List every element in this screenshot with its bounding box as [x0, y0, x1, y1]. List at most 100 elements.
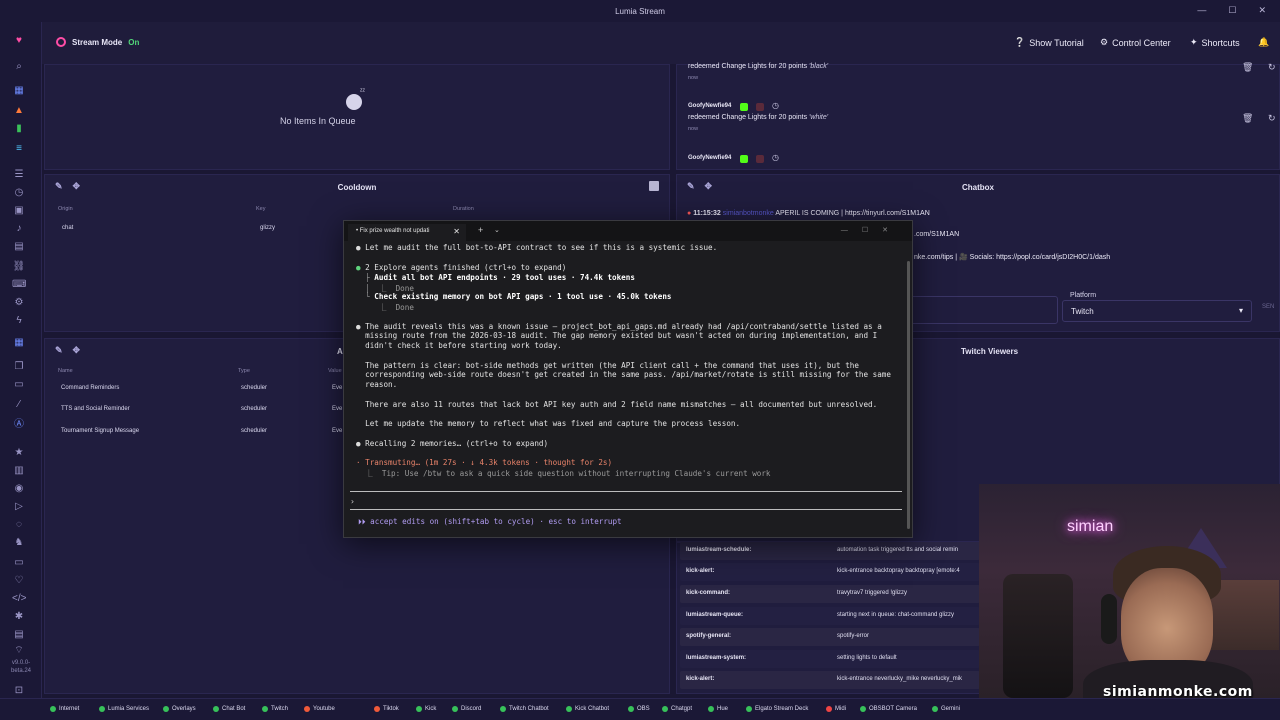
terminal-line: reason.	[365, 380, 398, 389]
image-icon[interactable]: ▣	[12, 204, 26, 218]
status-dot-icon	[500, 706, 506, 712]
close-tab-icon[interactable]: ✕	[453, 227, 460, 236]
tshirt-icon[interactable]: ♞	[12, 536, 26, 550]
settings-sliders-icon[interactable]: ≡	[12, 142, 26, 156]
bulb-icon[interactable]: ◌	[12, 518, 26, 532]
edit-icon[interactable]: ✎	[55, 181, 63, 192]
event-text: travytrav7 triggered !glizzy	[837, 590, 908, 596]
kick-badge-icon	[740, 155, 748, 163]
drag-icon[interactable]: ✥	[73, 345, 81, 356]
status-gemini[interactable]: Gemini	[932, 706, 960, 712]
table-cell: scheduler	[241, 406, 268, 412]
send-button[interactable]: SEN	[1262, 304, 1274, 310]
delete-icon[interactable]: 🗑	[1242, 113, 1253, 124]
drag-icon[interactable]: ✥	[73, 181, 81, 192]
tune-icon[interactable]: ⚙	[12, 296, 26, 310]
drag-icon[interactable]: ✥	[705, 181, 713, 192]
document-icon[interactable]: ▤	[12, 628, 26, 642]
maximize-icon[interactable]: ☐	[1228, 5, 1236, 16]
edit-icon[interactable]: ✎	[55, 345, 63, 356]
chevron-down-icon[interactable]: ⌄	[494, 226, 500, 234]
terminal-scrollbar[interactable]	[907, 261, 910, 529]
replay-icon[interactable]: ↻	[1268, 62, 1276, 73]
col-type: Type	[238, 368, 250, 374]
stream-mode-toggle[interactable]: Stream Mode On	[56, 37, 139, 47]
search-icon[interactable]: ⌕	[12, 60, 26, 74]
dashboard-icon[interactable]: ▦	[12, 84, 26, 98]
code-icon[interactable]: </>	[12, 592, 26, 606]
status-tiktok[interactable]: Tiktok	[374, 706, 399, 712]
table-row[interactable]: Command Reminders	[61, 385, 119, 391]
status-kick[interactable]: Kick	[416, 706, 436, 712]
status-internet[interactable]: Internet	[50, 706, 79, 712]
chart-icon[interactable]: ▤	[12, 240, 26, 254]
keyboard-icon[interactable]: ⌨	[12, 278, 26, 292]
status-chat-bot[interactable]: Chat Bot	[213, 706, 245, 712]
status-youtube[interactable]: Youtube	[304, 706, 335, 712]
mod-badge-icon	[756, 155, 764, 163]
exit-icon[interactable]: ⊡	[12, 684, 26, 698]
close-icon[interactable]: ✕	[1258, 5, 1266, 16]
display-icon[interactable]: ▭	[12, 556, 26, 570]
apps-icon[interactable]: ▦	[12, 336, 26, 350]
clock-icon[interactable]: ◷	[12, 186, 26, 200]
stats-icon[interactable]: ▮	[12, 122, 26, 136]
star-icon[interactable]: ★	[12, 446, 26, 460]
status-overlays[interactable]: Overlays	[163, 706, 196, 712]
neon-sign: simian	[1067, 518, 1114, 535]
status-obsbot-camera[interactable]: OBSBOT Camera	[860, 706, 917, 712]
status-elgato[interactable]: Elgato Stream Deck	[746, 706, 808, 712]
control-center-button[interactable]: ⚙ Control Center	[1100, 37, 1171, 48]
table-row[interactable]: Tournament Signup Message	[61, 428, 139, 434]
status-obs[interactable]: OBS	[628, 706, 650, 712]
status-discord[interactable]: Discord	[452, 706, 481, 712]
platform-select[interactable]: Twitch ▾	[1062, 300, 1252, 322]
lumia-logo-icon[interactable]: ♥	[12, 34, 26, 48]
bug-icon[interactable]: ✱	[12, 610, 26, 624]
table-row[interactable]: TTS and Social Reminder	[61, 406, 130, 412]
replay-icon[interactable]: ↻	[1268, 113, 1276, 124]
status-twitch-chatbot[interactable]: Twitch Chatbot	[500, 706, 549, 712]
shortcuts-button[interactable]: ✦ Shortcuts	[1190, 37, 1240, 48]
col-duration: Duration	[453, 206, 474, 212]
alerts-icon[interactable]: ▲	[12, 104, 26, 118]
status-twitch[interactable]: Twitch	[262, 706, 288, 712]
heart-icon[interactable]: ♡	[12, 574, 26, 588]
wand-icon[interactable]: ⁄	[12, 398, 26, 412]
platform-label: Platform	[1070, 292, 1097, 299]
show-tutorial-button[interactable]: ❔ Show Tutorial	[1014, 37, 1084, 48]
terminal-line: missing route from the 2026-03-18 audit.…	[365, 331, 878, 340]
monitor-icon[interactable]: ▭	[12, 378, 26, 392]
delete-icon[interactable]: 🗑	[1242, 62, 1253, 73]
trash-icon[interactable]	[649, 181, 659, 191]
terminal-line: ├ Audit all bot API endpoints · 29 tool …	[356, 273, 635, 282]
play-icon[interactable]: ▷	[12, 500, 26, 514]
wifi-icon[interactable]: ⌔	[12, 644, 26, 658]
mic-icon[interactable]: ♪	[12, 222, 26, 236]
status-midi[interactable]: Midi	[826, 706, 846, 712]
edit-icon[interactable]: ✎	[687, 181, 695, 192]
new-tab-icon[interactable]: +	[478, 225, 483, 235]
minimize-icon[interactable]: —	[1197, 5, 1206, 16]
terminal-window[interactable]: • Fix prize wealth not updati ✕ + ⌄ —☐✕ ●…	[343, 220, 913, 538]
bolt-icon[interactable]: ϟ	[12, 314, 26, 328]
link-icon[interactable]: ⛓	[12, 260, 26, 274]
terminal-prompt-input[interactable]: ›	[350, 497, 355, 506]
terminal-tab[interactable]: • Fix prize wealth not updati ✕	[348, 224, 466, 241]
status-hue[interactable]: Hue	[708, 706, 728, 712]
shortcuts-label: Shortcuts	[1201, 37, 1240, 48]
status-footer: Internet Lumia Services Overlays Chat Bo…	[0, 698, 1280, 720]
terminal-window-controls[interactable]: —☐✕	[841, 226, 902, 234]
notifications-icon[interactable]: 🔔	[1258, 37, 1269, 48]
ai-icon[interactable]: Ⓐ	[12, 418, 26, 432]
chat-message-input[interactable]	[910, 296, 1058, 324]
status-dot-icon	[374, 706, 380, 712]
platform-value: Twitch	[1071, 307, 1094, 316]
gamepad-icon[interactable]: ◉	[12, 482, 26, 496]
graph-icon[interactable]: ▥	[12, 464, 26, 478]
copy-icon[interactable]: ❐	[12, 360, 26, 374]
status-lumia-services[interactable]: Lumia Services	[99, 706, 149, 712]
list-icon[interactable]: ☰	[12, 168, 26, 182]
status-kick-chatbot[interactable]: Kick Chatbot	[566, 706, 609, 712]
status-chatgpt[interactable]: Chatgpt	[662, 706, 692, 712]
